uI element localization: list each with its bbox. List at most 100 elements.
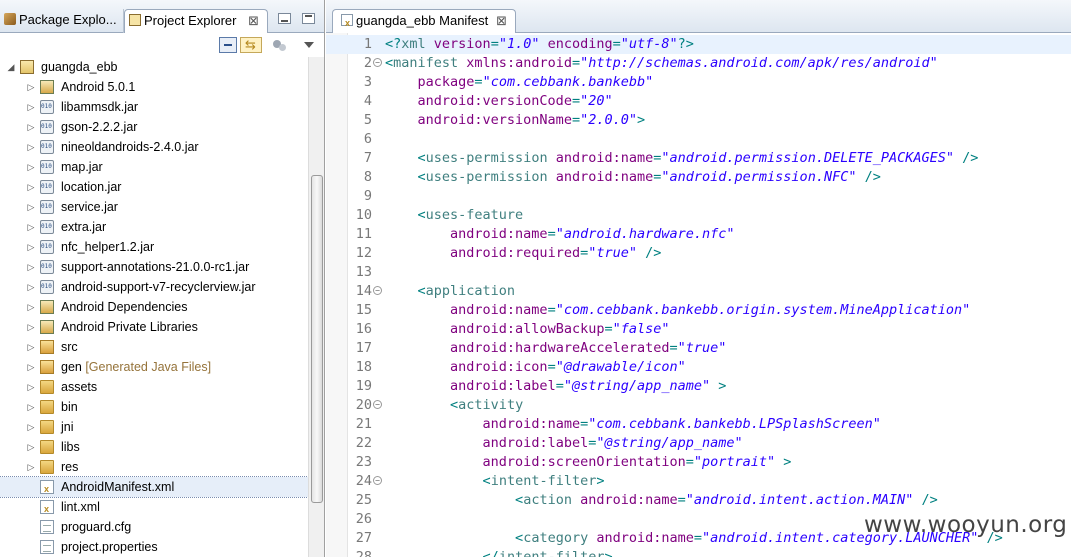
collapse-all-button[interactable] — [219, 37, 237, 53]
expand-toggle-icon[interactable]: ▷ — [26, 357, 36, 377]
code-line[interactable]: 11 android:name="android.hardware.nfc" — [326, 225, 1071, 244]
code-line[interactable]: 4 android:versionCode="20" — [326, 92, 1071, 111]
tree-item[interactable]: ◢ guangda_ebb — [0, 57, 308, 77]
jar-icon — [40, 260, 54, 274]
code-line[interactable]: 7 <uses-permission android:name="android… — [326, 149, 1071, 168]
code-line[interactable]: 22 android:label="@string/app_name" — [326, 434, 1071, 453]
expand-toggle-icon[interactable]: ▷ — [26, 257, 36, 277]
code-line[interactable]: 13 — [326, 263, 1071, 282]
expand-toggle-icon[interactable]: ▷ — [26, 137, 36, 157]
expand-toggle-icon[interactable]: ▷ — [26, 177, 36, 197]
code-line[interactable]: 2− <manifest xmlns:android="http://schema… — [326, 54, 1071, 73]
fold-toggle-icon[interactable]: − — [373, 58, 382, 67]
fold-toggle-icon[interactable]: − — [373, 400, 382, 409]
code-line[interactable]: 16 android:allowBackup="false" — [326, 320, 1071, 339]
code-line[interactable]: 12 android:required="true" /> — [326, 244, 1071, 263]
tree-item[interactable]: ▷ location.jar — [0, 177, 308, 197]
tree-item[interactable]: ▷ android-support-v7-recyclerview.jar — [0, 277, 308, 297]
code-token: uses-feature — [425, 207, 524, 223]
fold-toggle-icon[interactable]: − — [373, 476, 382, 485]
expand-toggle-icon[interactable]: ▷ — [26, 97, 36, 117]
tree-item[interactable]: ▷ jni — [0, 417, 308, 437]
code-line[interactable]: 28 </intent-filter> — [326, 548, 1071, 557]
code-line[interactable]: 5 android:versionName="2.0.0"> — [326, 111, 1071, 130]
expand-toggle-icon[interactable]: ▷ — [26, 397, 36, 417]
code-line[interactable]: 17 android:hardwareAccelerated="true" — [326, 339, 1071, 358]
code-token: "@drawable/icon" — [555, 359, 686, 375]
close-tab-icon[interactable]: ⊠ — [248, 10, 259, 32]
tree-item[interactable]: ▷ map.jar — [0, 157, 308, 177]
tree-scrollbar[interactable] — [308, 57, 324, 557]
code-line[interactable]: 18 android:icon="@drawable/icon" — [326, 358, 1071, 377]
expand-toggle-icon[interactable]: ▷ — [26, 77, 36, 97]
tree-item[interactable]: ▷ service.jar — [0, 197, 308, 217]
file-icon — [40, 520, 54, 534]
code-line[interactable]: 19 android:label="@string/app_name" > — [326, 377, 1071, 396]
tree-item[interactable]: ▷ Android Private Libraries — [0, 317, 308, 337]
code-line[interactable]: 8 <uses-permission android:name="android… — [326, 168, 1071, 187]
code-line[interactable]: 3 package="com.cebbank.bankebb" — [326, 73, 1071, 92]
code-line[interactable]: 9 — [326, 187, 1071, 206]
code-line[interactable]: 23 android:screenOrientation="portrait" … — [326, 453, 1071, 472]
expand-toggle-icon[interactable]: ▷ — [26, 377, 36, 397]
code-line[interactable]: 6 — [326, 130, 1071, 149]
view-menu-chevron-down-icon[interactable] — [303, 37, 315, 53]
expand-toggle-icon[interactable]: ▷ — [26, 217, 36, 237]
tab-guangda-ebb-manifest[interactable]: guangda_ebb Manifest ⊠ — [332, 9, 516, 34]
tree-item-label: bin — [61, 400, 78, 414]
expand-toggle-icon[interactable]: ▷ — [26, 337, 36, 357]
code-area[interactable]: 1 <?xml version="1.0" encoding="utf-8"?> 2… — [326, 35, 1071, 557]
tree-item[interactable]: ▷ Android 5.0.1 — [0, 77, 308, 97]
expand-toggle-icon[interactable]: ▷ — [26, 297, 36, 317]
close-tab-icon[interactable]: ⊠ — [496, 10, 507, 32]
tree-item[interactable]: ▷ assets — [0, 377, 308, 397]
tree-item-label: extra.jar — [61, 220, 107, 234]
code-line[interactable]: 20− <activity — [326, 396, 1071, 415]
expand-toggle-icon[interactable]: ▷ — [26, 157, 36, 177]
expand-toggle-icon[interactable]: ▷ — [26, 237, 36, 257]
fold-toggle-icon[interactable]: − — [373, 286, 382, 295]
tree-item[interactable]: lint.xml — [0, 497, 308, 519]
link-with-editor-button[interactable] — [240, 37, 262, 53]
expand-toggle-icon[interactable]: ◢ — [6, 57, 16, 77]
code-text: <uses-permission android:name="android.p… — [385, 149, 979, 168]
code-line[interactable]: 25 <action android:name="android.intent.… — [326, 491, 1071, 510]
expand-toggle-icon[interactable]: ▷ — [26, 457, 36, 477]
tree-item[interactable]: proguard.cfg — [0, 517, 308, 537]
code-token: < — [385, 55, 394, 71]
tree-item[interactable]: ▷ bin — [0, 397, 308, 417]
tree-scrollbar-thumb[interactable] — [311, 175, 323, 503]
maximize-view-button[interactable] — [302, 13, 315, 24]
minimize-view-button[interactable] — [278, 13, 291, 24]
tree-item[interactable]: ▷ extra.jar — [0, 217, 308, 237]
tree-item[interactable]: ▷ Android Dependencies — [0, 297, 308, 317]
code-line[interactable]: 21 android:name="com.cebbank.bankebb.LPS… — [326, 415, 1071, 434]
line-number: 16 — [355, 321, 372, 337]
expand-toggle-icon[interactable]: ▷ — [26, 117, 36, 137]
tree-item[interactable]: ▷ res — [0, 457, 308, 477]
tree-item[interactable]: AndroidManifest.xml — [0, 476, 308, 499]
expand-toggle-icon[interactable]: ▷ — [26, 197, 36, 217]
tree-item[interactable]: project.properties — [0, 537, 308, 557]
focus-task-icon[interactable] — [272, 37, 288, 53]
code-line[interactable]: 10 <uses-feature — [326, 206, 1071, 225]
code-line[interactable]: 14− <application — [326, 282, 1071, 301]
code-line[interactable]: 24− <intent-filter> — [326, 472, 1071, 491]
code-line[interactable]: 1 <?xml version="1.0" encoding="utf-8"?> — [326, 35, 1071, 54]
tree-item[interactable]: ▷ src — [0, 337, 308, 357]
expand-toggle-icon[interactable]: ▷ — [26, 277, 36, 297]
tab-project-explorer[interactable]: Project Explorer ⊠ — [124, 9, 268, 33]
tree-item[interactable]: ▷ support-annotations-21.0.0-rc1.jar — [0, 257, 308, 277]
tree-item[interactable]: ▷ libammsdk.jar — [0, 97, 308, 117]
tree-item[interactable]: ▷ nineoldandroids-2.4.0.jar — [0, 137, 308, 157]
tree-item[interactable]: ▷ nfc_helper1.2.jar — [0, 237, 308, 257]
code-line[interactable]: 15 android:name="com.cebbank.bankebb.ori… — [326, 301, 1071, 320]
code-token: </ — [482, 549, 499, 557]
tree-item[interactable]: ▷ gson-2.2.2.jar — [0, 117, 308, 137]
tree-item[interactable]: ▷ libs — [0, 437, 308, 457]
expand-toggle-icon[interactable]: ▷ — [26, 417, 36, 437]
tree-item[interactable]: ▷ gen [Generated Java Files] — [0, 357, 308, 377]
tab-package-explorer[interactable]: Package Explo... — [0, 9, 124, 33]
expand-toggle-icon[interactable]: ▷ — [26, 317, 36, 337]
expand-toggle-icon[interactable]: ▷ — [26, 437, 36, 457]
